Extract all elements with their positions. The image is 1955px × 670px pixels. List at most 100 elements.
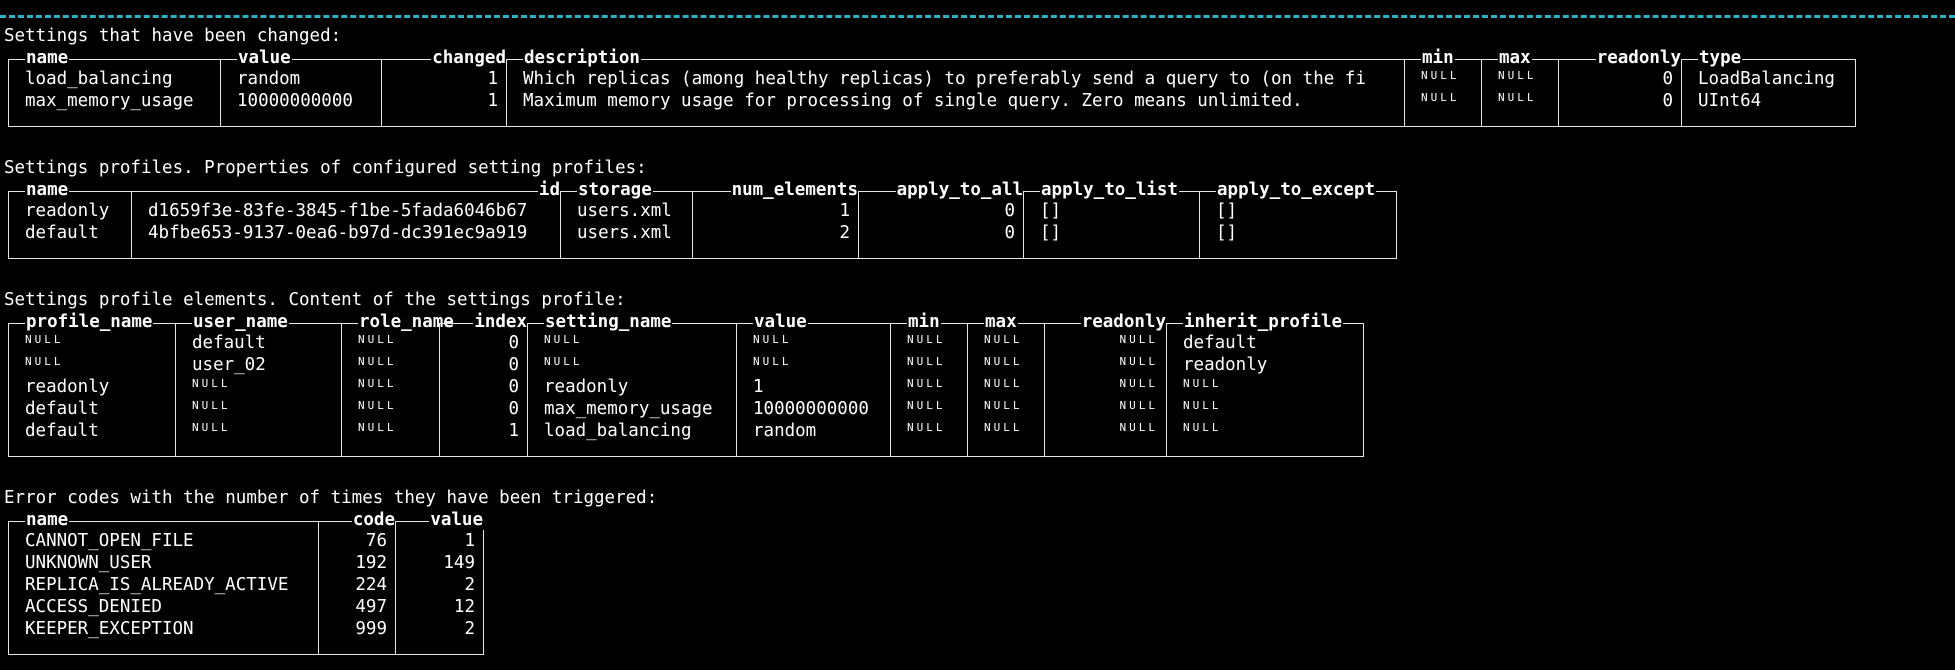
null-cell: NULL (192, 421, 231, 434)
column-changed: changed 1 1 (381, 48, 507, 126)
column-type: type LoadBalancing UInt64 (1681, 48, 1856, 126)
null-cell: NULL (753, 355, 792, 368)
null-cell: NULL (1498, 69, 1537, 82)
column-header: index (440, 312, 528, 332)
column-header-label: description (523, 48, 641, 68)
column-header-label: num_elements (730, 180, 859, 200)
table-cell: LoadBalancing (1698, 69, 1835, 89)
column-header: value (221, 48, 382, 68)
column-header: name (9, 48, 220, 68)
column-header: apply_to_all (859, 180, 1024, 200)
column-header-label: type (1698, 48, 1743, 68)
table-cell: [] (1040, 223, 1062, 243)
column-header-label: user_name (192, 312, 289, 332)
column-header-label: readonly (1595, 48, 1682, 68)
column-header: storage (561, 180, 693, 200)
column-header: user_name (176, 312, 342, 332)
table-cell: 76 (365, 531, 387, 551)
null-cell: NULL (984, 355, 1023, 368)
table-cell: default (1183, 333, 1257, 353)
table-cell: 999 (355, 619, 387, 639)
column-profile-name: profile_name NULL NULL readonly default defau… (9, 312, 175, 456)
table-cell: default (192, 333, 266, 353)
table-cell: REPLICA_IS_ALREADY_ACTIVE (25, 575, 289, 595)
column-id: id d1659f3e-83fe-3845-f1be-5fada6046b67 4b… (131, 180, 561, 258)
null-cell: NULL (984, 333, 1023, 346)
table-cell: 1 (753, 377, 764, 397)
column-header-label: storage (577, 180, 653, 200)
column-header: role_name (342, 312, 455, 332)
table-cell: 4bfbe653-9137-0ea6-b97d-dc391ec9a919 (148, 223, 528, 243)
table-cell: 10000000000 (237, 91, 353, 111)
column-header-label: apply_to_all (895, 180, 1024, 200)
column-name: name CANNOT_OPEN_FILE UNKNOWN_USER REPLICA_… (9, 510, 318, 654)
table-cell: 0 (508, 355, 519, 375)
settings-changes-table: name load_balancing max_memory_usage value r… (8, 48, 1856, 127)
column-header: min (891, 312, 968, 332)
table-cell: 1 (508, 421, 519, 441)
null-cell: NULL (907, 421, 946, 434)
column-header: readonly (1559, 48, 1682, 68)
column-header: max (1482, 48, 1559, 68)
column-apply-to-list: apply_to_list[][] (1023, 180, 1200, 258)
null-cell: NULL (1498, 91, 1537, 104)
column-user-name: user_name default user_02 NULL NULL NULL (175, 312, 342, 456)
column-header: readonly (1045, 312, 1167, 332)
table-cell: max_memory_usage (25, 91, 194, 111)
table-cell: 0 (508, 399, 519, 419)
column-header: apply_to_list (1024, 180, 1200, 200)
table-cell: default (25, 223, 99, 243)
profile-elements-table: profile_name NULL NULL readonly default defau… (8, 312, 1364, 457)
table-cell: 1 (487, 91, 498, 111)
null-cell: NULL (984, 421, 1023, 434)
null-cell: NULL (544, 355, 583, 368)
table-cell: 0 (508, 333, 519, 353)
null-cell: NULL (907, 377, 946, 390)
table-cell: readonly (25, 377, 110, 397)
table-cell: [] (1216, 201, 1238, 221)
null-cell: NULL (358, 399, 397, 412)
column-max: max NULL NULL NULL NULL NULL (967, 312, 1045, 456)
column-role-name: role_name NULL NULL NULL NULL NULL (341, 312, 455, 456)
table-cell: random (753, 421, 817, 441)
column-readonly: readonly 0 0 (1558, 48, 1682, 126)
column-storage: storage users.xml users.xml (560, 180, 693, 258)
table-cell: Maximum memory usage for processing of s… (523, 91, 1303, 111)
table-cell: 2 (839, 223, 850, 243)
column-header-label: id (537, 180, 561, 200)
table-cell: 149 (443, 553, 475, 573)
table-cell: 10000000000 (753, 399, 869, 419)
column-header-label: value (237, 48, 292, 68)
column-header: name (9, 180, 131, 200)
column-value: value 1 149 2 12 2 (395, 510, 484, 654)
column-num-elements: num_elements 1 2 (692, 180, 859, 258)
null-cell: NULL (1183, 399, 1222, 412)
column-header-label: profile_name (25, 312, 154, 332)
null-cell: NULL (1421, 69, 1460, 82)
null-cell: NULL (25, 333, 64, 346)
column-header: id (132, 180, 561, 200)
error-codes-table: name CANNOT_OPEN_FILE UNKNOWN_USER REPLICA_… (8, 510, 484, 655)
null-cell: NULL (984, 377, 1023, 390)
null-cell: NULL (358, 421, 397, 434)
table-cell: readonly (544, 377, 629, 397)
null-cell: NULL (1119, 333, 1158, 346)
null-cell: NULL (358, 333, 397, 346)
table-cell: 1 (839, 201, 850, 221)
table-cell: UNKNOWN_USER (25, 553, 152, 573)
column-header-label: value (429, 510, 484, 530)
table-cell: CANNOT_OPEN_FILE (25, 531, 194, 551)
column-header: type (1682, 48, 1856, 68)
column-apply-to-except: apply_to_except[][] (1199, 180, 1397, 258)
table-cell: 2 (464, 575, 475, 595)
null-cell: NULL (25, 355, 64, 368)
column-header: max (968, 312, 1045, 332)
table-cell: 0 (1004, 223, 1015, 243)
column-header-label: min (1421, 48, 1455, 68)
column-header: value (737, 312, 891, 332)
column-header-label: name (25, 48, 70, 68)
column-header-label: inherit_profile (1183, 312, 1344, 332)
null-cell: NULL (907, 333, 946, 346)
null-cell: NULL (192, 377, 231, 390)
column-header: apply_to_except (1200, 180, 1397, 200)
